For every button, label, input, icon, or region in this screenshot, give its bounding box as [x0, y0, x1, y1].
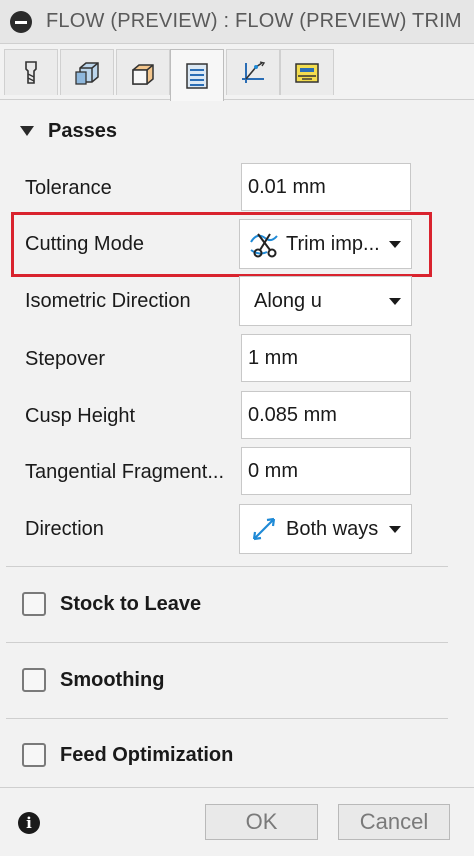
tab-post-process[interactable] — [280, 49, 334, 95]
cusp-height-input[interactable]: 0.085 mm — [241, 391, 411, 439]
geometry-icon — [75, 61, 99, 85]
cutting-mode-highlight — [11, 212, 432, 277]
title-bar: FLOW (PREVIEW) : FLOW (PREVIEW) TRIM — [0, 0, 474, 44]
isometric-direction-value: Along u — [254, 289, 322, 312]
cancel-button[interactable]: Cancel — [338, 804, 450, 840]
tangential-fragment-row: Tangential Fragment... 0 mm — [0, 447, 474, 497]
tolerance-label: Tolerance — [25, 177, 112, 199]
expand-triangle-icon[interactable] — [20, 126, 34, 136]
stepover-label: Stepover — [25, 348, 106, 370]
stock-to-leave-group[interactable]: Stock to Leave — [22, 589, 201, 619]
tab-passes[interactable] — [170, 49, 224, 101]
tab-strip — [0, 44, 474, 101]
isometric-direction-dropdown[interactable]: Along u — [239, 276, 412, 326]
smoothing-checkbox[interactable] — [22, 668, 46, 692]
feed-optimization-checkbox[interactable] — [22, 743, 46, 767]
stepover-input[interactable]: 1 mm — [241, 334, 411, 382]
stock-to-leave-checkbox[interactable] — [22, 592, 46, 616]
passes-section-title: Passes — [48, 119, 117, 142]
linking-icon — [242, 60, 266, 83]
dialog-title: FLOW (PREVIEW) : FLOW (PREVIEW) TRIM — [46, 10, 462, 32]
passes-icon — [186, 62, 208, 89]
heights-icon — [132, 63, 154, 85]
dialog-footer: i OK Cancel — [0, 787, 474, 856]
divider — [6, 566, 448, 567]
direction-value: Both ways — [286, 517, 379, 540]
tab-tool[interactable] — [4, 49, 58, 95]
direction-row: Direction Both ways — [0, 504, 474, 554]
isometric-direction-label: Isometric Direction — [25, 290, 191, 312]
collapse-icon[interactable] — [10, 10, 32, 33]
both-ways-arrow-icon — [252, 517, 276, 541]
tab-heights[interactable] — [116, 49, 170, 95]
smoothing-label: Smoothing — [60, 668, 165, 691]
passes-section-header[interactable]: Passes — [0, 112, 117, 150]
tolerance-input[interactable]: 0.01 mm — [241, 163, 411, 211]
info-icon[interactable]: i — [18, 812, 40, 834]
tangential-fragment-label: Tangential Fragment... — [25, 461, 224, 483]
direction-label: Direction — [25, 518, 104, 540]
feed-optimization-group[interactable]: Feed Optimization — [22, 740, 233, 770]
post-process-icon — [295, 62, 319, 83]
ok-button[interactable]: OK — [205, 804, 318, 840]
tool-icon — [25, 60, 37, 84]
chevron-down-icon — [389, 298, 401, 305]
divider — [6, 642, 448, 643]
chevron-down-icon — [389, 526, 401, 533]
tab-linking[interactable] — [226, 49, 280, 95]
stepover-row: Stepover 1 mm — [0, 334, 474, 384]
divider — [6, 718, 448, 719]
direction-dropdown[interactable]: Both ways — [239, 504, 412, 554]
smoothing-group[interactable]: Smoothing — [22, 665, 164, 695]
cusp-height-row: Cusp Height 0.085 mm — [0, 391, 474, 441]
cusp-height-label: Cusp Height — [25, 405, 136, 427]
isometric-direction-row: Isometric Direction Along u — [0, 276, 474, 326]
tab-geometry[interactable] — [60, 49, 114, 95]
tangential-fragment-input[interactable]: 0 mm — [241, 447, 411, 495]
stock-to-leave-label: Stock to Leave — [60, 592, 202, 615]
feed-optimization-label: Feed Optimization — [60, 743, 234, 766]
tolerance-row: Tolerance 0.01 mm — [0, 163, 474, 213]
